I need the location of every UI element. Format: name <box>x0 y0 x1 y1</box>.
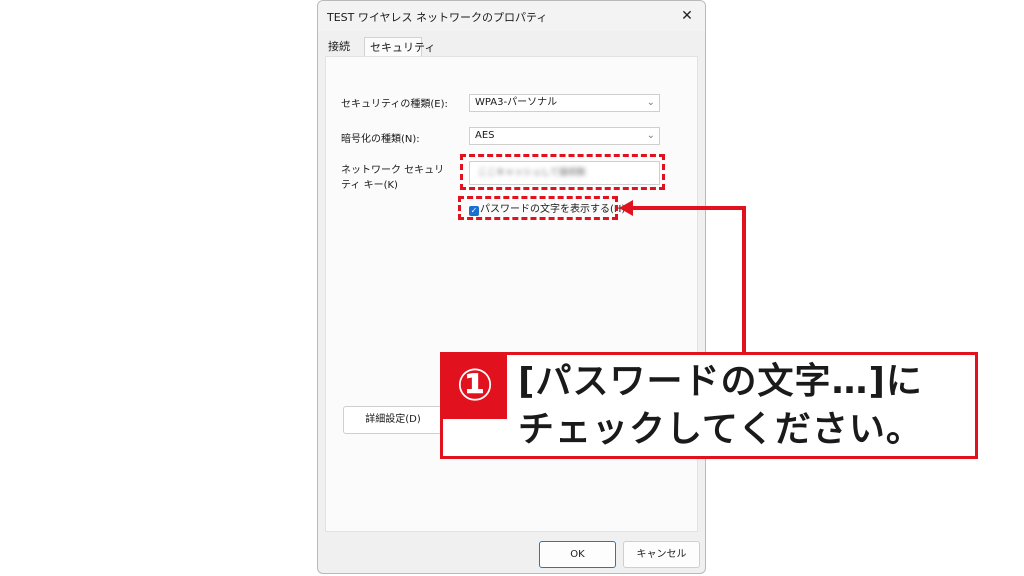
network-key-label: ネットワーク セキュリティ キー(K) <box>341 165 445 191</box>
properties-dialog: TEST ワイヤレス ネットワークのプロパティ ✕ 接続 セキュリティ セキュリ… <box>317 0 706 574</box>
cancel-button[interactable]: キャンセル <box>623 541 700 568</box>
encryption-type-select[interactable]: AES ⌄ <box>469 127 660 145</box>
tab-connection[interactable]: 接続 <box>328 37 362 56</box>
security-panel: セキュリティの種類(E): WPA3-パーソナル ⌄ 暗号化の種類(N): AE… <box>325 56 698 532</box>
title-bar: TEST ワイヤレス ネットワークのプロパティ ✕ <box>318 1 705 31</box>
ok-button[interactable]: OK <box>539 541 616 568</box>
chevron-down-icon: ⌄ <box>646 130 655 141</box>
checkbox-highlight <box>458 196 618 220</box>
security-type-label: セキュリティの種類(E): <box>341 99 448 110</box>
instruction-line-1: [パスワードの文字…]に <box>518 361 923 402</box>
window-title: TEST ワイヤレス ネットワークのプロパティ <box>327 11 548 24</box>
tab-security[interactable]: セキュリティ <box>364 37 435 57</box>
close-icon[interactable]: ✕ <box>677 6 697 26</box>
instruction-callout: ① [パスワードの文字…]に チェックしてください。 <box>440 352 978 459</box>
chevron-down-icon: ⌄ <box>646 97 655 108</box>
step-badge: ① <box>443 355 507 419</box>
network-key-highlight <box>460 154 665 190</box>
encryption-type-value: AES <box>475 130 495 141</box>
instruction-line-2: チェックしてください。 <box>518 409 923 450</box>
instruction-text: [パスワードの文字…]に チェックしてください。 <box>518 358 973 454</box>
advanced-settings-button[interactable]: 詳細設定(D) <box>343 406 443 434</box>
security-type-select[interactable]: WPA3-パーソナル ⌄ <box>469 94 660 112</box>
security-type-value: WPA3-パーソナル <box>475 97 558 108</box>
encryption-type-label: 暗号化の種類(N): <box>341 134 420 145</box>
